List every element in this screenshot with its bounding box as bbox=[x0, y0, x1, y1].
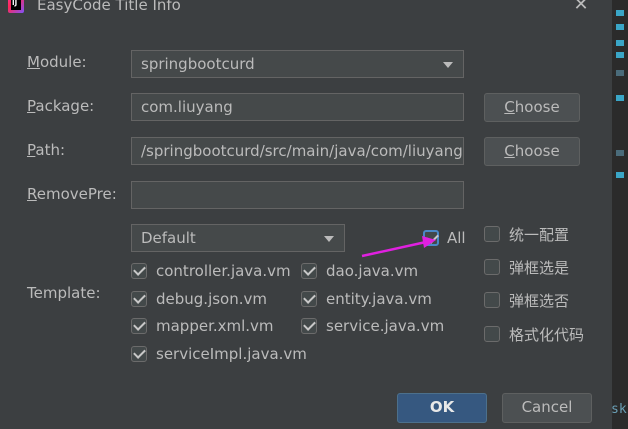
editor-marker bbox=[616, 172, 624, 178]
template-item-label: debug.json.vm bbox=[156, 290, 267, 308]
editor-marker bbox=[616, 52, 624, 58]
module-label: Module: bbox=[27, 53, 87, 71]
module-select[interactable]: springbootcurd bbox=[131, 50, 464, 78]
checkbox-box[interactable] bbox=[301, 263, 317, 279]
ok-button[interactable]: OK bbox=[397, 393, 487, 423]
checkbox-box[interactable] bbox=[131, 346, 147, 362]
cancel-button[interactable]: Cancel bbox=[502, 393, 592, 423]
template-group-select[interactable]: Default bbox=[131, 224, 345, 252]
close-icon[interactable]: ✕ bbox=[571, 0, 591, 15]
option-label: 格式化代码 bbox=[509, 325, 585, 344]
template-item-label: dao.java.vm bbox=[326, 262, 419, 280]
checkbox-box[interactable] bbox=[131, 263, 147, 279]
checkbox-box[interactable] bbox=[484, 292, 500, 308]
editor-marker bbox=[616, 150, 624, 156]
editor-marker bbox=[616, 10, 624, 16]
template-item-label: service.java.vm bbox=[326, 317, 445, 335]
template-item-checkbox[interactable]: debug.json.vm bbox=[131, 290, 267, 308]
editor-marker bbox=[616, 70, 624, 76]
path-choose-button[interactable]: Choose bbox=[484, 137, 580, 166]
option-unified-config-checkbox[interactable]: 统一配置 bbox=[484, 225, 570, 244]
path-input[interactable]: /springbootcurd/src/main/java/com/liuyan… bbox=[131, 137, 464, 165]
template-item-checkbox[interactable]: mapper.xml.vm bbox=[131, 317, 274, 335]
template-label: Template: bbox=[27, 284, 101, 302]
all-checkbox-label: All bbox=[447, 229, 466, 247]
option-popup-yes-checkbox[interactable]: 弹框选是 bbox=[484, 258, 570, 277]
background-editor-strip bbox=[612, 0, 628, 429]
option-format-code-checkbox[interactable]: 格式化代码 bbox=[484, 325, 585, 344]
checkbox-box[interactable] bbox=[423, 230, 439, 246]
option-popup-no-checkbox[interactable]: 弹框选否 bbox=[484, 291, 570, 310]
dialog-title: EasyCode Title Info bbox=[37, 0, 181, 14]
editor-marker bbox=[616, 24, 624, 30]
package-label: Package: bbox=[27, 97, 95, 115]
template-item-checkbox[interactable]: service.java.vm bbox=[301, 317, 444, 335]
package-choose-button[interactable]: Choose bbox=[484, 93, 580, 122]
package-input[interactable]: com.liuyang bbox=[131, 93, 464, 121]
template-item-checkbox[interactable]: dao.java.vm bbox=[301, 262, 418, 280]
chevron-down-icon bbox=[324, 236, 334, 242]
checkbox-box[interactable] bbox=[484, 259, 500, 275]
path-label: Path: bbox=[27, 141, 66, 159]
checkbox-box[interactable] bbox=[301, 291, 317, 307]
intellij-app-icon: IJ bbox=[8, 0, 24, 13]
checkbox-box[interactable] bbox=[484, 326, 500, 342]
option-label: 弹框选是 bbox=[509, 258, 570, 277]
template-item-label: controller.java.vm bbox=[156, 262, 291, 280]
template-item-checkbox[interactable]: entity.java.vm bbox=[301, 290, 432, 308]
background-editor-text: sk bbox=[611, 402, 627, 417]
template-item-checkbox[interactable]: serviceImpl.java.vm bbox=[131, 345, 307, 363]
easycode-dialog: IJ EasyCode Title Info ✕ Module: springb… bbox=[0, 0, 612, 429]
editor-marker bbox=[616, 40, 624, 46]
option-label: 统一配置 bbox=[509, 225, 570, 244]
module-select-value: springbootcurd bbox=[141, 55, 255, 73]
template-item-label: mapper.xml.vm bbox=[156, 317, 274, 335]
template-item-label: serviceImpl.java.vm bbox=[156, 345, 307, 363]
template-item-checkbox[interactable]: controller.java.vm bbox=[131, 262, 291, 280]
checkbox-box[interactable] bbox=[484, 226, 500, 242]
all-checkbox[interactable]: All bbox=[423, 229, 466, 247]
template-group-value: Default bbox=[141, 229, 196, 247]
template-item-label: entity.java.vm bbox=[326, 290, 432, 308]
chevron-down-icon bbox=[443, 62, 453, 68]
remove-pre-label: RemovePre: bbox=[27, 185, 117, 203]
option-label: 弹框选否 bbox=[509, 291, 570, 310]
checkbox-box[interactable] bbox=[301, 318, 317, 334]
editor-marker bbox=[616, 95, 624, 101]
remove-pre-input[interactable] bbox=[131, 181, 464, 209]
checkbox-box[interactable] bbox=[131, 318, 147, 334]
title-bar: IJ EasyCode Title Info ✕ bbox=[0, 0, 612, 18]
checkbox-box[interactable] bbox=[131, 291, 147, 307]
